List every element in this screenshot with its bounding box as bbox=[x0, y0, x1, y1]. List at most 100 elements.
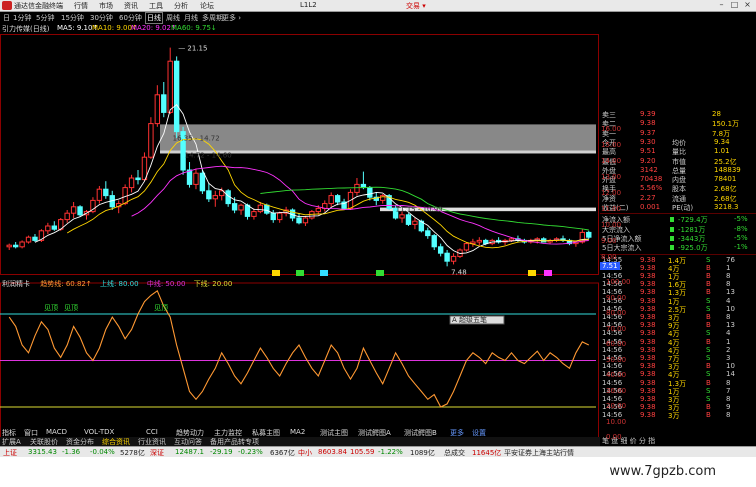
tick-cell: B bbox=[706, 321, 711, 330]
period-day[interactable]: 日 bbox=[3, 13, 10, 23]
tick-cell: 14:56 bbox=[602, 378, 623, 387]
candle-body bbox=[25, 236, 32, 243]
tick-cell: 9.38 bbox=[640, 353, 656, 362]
indicator-axis-label: 30.00 bbox=[606, 386, 627, 395]
period-15min[interactable]: 15分钟 bbox=[61, 13, 84, 23]
candle-body bbox=[231, 203, 238, 211]
tick-cell: 13 bbox=[726, 321, 735, 330]
menu-item-news[interactable]: 资讯 bbox=[124, 1, 138, 11]
tick-cell: B bbox=[706, 288, 711, 297]
indicator-axis-label: 40.00 bbox=[606, 371, 627, 379]
candle-body bbox=[238, 204, 244, 211]
quote-value: 0.001 bbox=[640, 203, 661, 211]
tick-cell: S bbox=[706, 370, 711, 379]
tick-cell: S bbox=[706, 345, 711, 354]
price-axis-label: 11.00 bbox=[601, 205, 622, 213]
quote-label: PE(动) bbox=[672, 204, 694, 212]
candle-body bbox=[19, 241, 25, 248]
tick-cell: 3万 bbox=[668, 412, 680, 421]
flow-percent: -5% bbox=[734, 215, 748, 224]
zx-value: 8603.84 bbox=[318, 448, 347, 456]
tick-cell: S bbox=[706, 329, 711, 338]
sh-change: -1.36 bbox=[62, 448, 81, 456]
flow-value: -925.0万 bbox=[678, 244, 708, 253]
maximize-icon[interactable]: □ bbox=[730, 0, 739, 11]
quote-value: 70438 bbox=[640, 175, 663, 184]
candle-body bbox=[264, 204, 270, 214]
indicator-tab[interactable]: VOL-TDX bbox=[84, 428, 114, 436]
indicator-tab[interactable]: CCI bbox=[146, 428, 158, 436]
candle-body bbox=[334, 195, 341, 203]
zx-percent: -1.22% bbox=[378, 448, 403, 456]
candle-body bbox=[64, 212, 70, 221]
quote-row: 外盘 70438 内盘 78401 bbox=[602, 175, 754, 184]
tick-cell: 8 bbox=[726, 394, 731, 403]
top-signal-label: 见顶 bbox=[64, 304, 78, 312]
ma10-line bbox=[66, 138, 589, 249]
close-icon[interactable]: × bbox=[743, 0, 752, 11]
tick-cell: B bbox=[706, 362, 711, 371]
minimize-icon[interactable]: – bbox=[717, 0, 726, 11]
quote-value: 2.27 bbox=[640, 193, 656, 202]
menu-item-tools[interactable]: 工具 bbox=[149, 1, 163, 11]
period-1min[interactable]: 1分钟 bbox=[13, 13, 31, 23]
menu-item-forum[interactable]: 论坛 bbox=[200, 1, 214, 11]
indicator-axis-label: 20.00 bbox=[606, 402, 627, 410]
indicator-tab[interactable]: MA2 bbox=[290, 428, 305, 436]
candle-body bbox=[270, 212, 276, 221]
quote-row: 卖三 9.39 28 bbox=[602, 110, 754, 119]
panel-divider bbox=[600, 253, 756, 255]
quote-value: 5.56% bbox=[640, 184, 663, 193]
candle-body bbox=[199, 172, 206, 192]
menu-item-l1l2[interactable]: L1L2 bbox=[300, 1, 317, 9]
quote-value: 148839 bbox=[714, 165, 741, 174]
quote-row: 收益(二) 0.001 PE(动) 3218.3 bbox=[602, 203, 754, 212]
menu-item-quotes[interactable]: 行情 bbox=[74, 1, 88, 11]
candle-body bbox=[70, 206, 77, 214]
tick-cell: B bbox=[706, 378, 711, 387]
candle-body bbox=[148, 123, 154, 158]
zx-change: 105.59 bbox=[350, 448, 375, 456]
tick-cell: 1 bbox=[726, 263, 731, 272]
menu-item-analysis[interactable]: 分析 bbox=[174, 1, 188, 11]
period-60min[interactable]: 60分钟 bbox=[119, 13, 142, 23]
indicator-mid: 中线: 50.00 bbox=[146, 280, 186, 288]
trade-button[interactable]: 交易 ▾ bbox=[406, 1, 426, 11]
candle-body bbox=[251, 211, 257, 217]
quote-value: 9.51 bbox=[640, 147, 656, 156]
kline-chart[interactable]: — 21.15 16.35 - 14.72 14.72 - 14.60 11.15 -… bbox=[0, 34, 600, 449]
candle-body bbox=[161, 94, 167, 113]
tick-cell: 9.38 bbox=[640, 403, 656, 412]
sz-percent: -0.23% bbox=[238, 448, 263, 456]
quote-value: 9.34 bbox=[714, 137, 730, 146]
quote-row: 最低 9.20 市值 25.2亿 bbox=[602, 157, 754, 166]
tick-cell: 9.38 bbox=[640, 378, 656, 387]
candle-body bbox=[354, 183, 360, 193]
ma60-value: MA60: 9.75↓ bbox=[171, 24, 217, 32]
tick-cell: 9.38 bbox=[640, 321, 656, 330]
menu-bar: 通达信金融终端 行情 市场 资讯 工具 分析 论坛 L1L2 交易 ▾ – □ … bbox=[0, 0, 756, 12]
period-monthly[interactable]: 月线 bbox=[184, 13, 198, 23]
period-weekly[interactable]: 周线 bbox=[166, 13, 180, 23]
tick-cell: 9.38 bbox=[640, 271, 656, 280]
quote-value: 3142 bbox=[640, 165, 658, 174]
indicator-upper: 上线: 80.00 bbox=[99, 280, 139, 288]
period-30min[interactable]: 30分钟 bbox=[90, 13, 113, 23]
period-daily-active[interactable]: 日线 bbox=[145, 12, 163, 24]
indicator-tab[interactable]: MACD bbox=[46, 428, 67, 436]
candle-body bbox=[302, 217, 309, 224]
indicator-axis-label: 0.00 bbox=[606, 433, 622, 441]
indicator-legend: 利润精卡 趋势线: 60.82↑ 上线: 80.00 中线: 50.00 下线:… bbox=[2, 279, 232, 289]
status-bar: 上证 3315.43 -1.36 -0.04% 5278亿 深证 12487.1… bbox=[0, 446, 756, 457]
quote-row: 换手 5.56% 股本 2.68亿 bbox=[602, 184, 754, 193]
indicator-axis-label: 80.00 bbox=[606, 309, 627, 317]
period-5min[interactable]: 5分钟 bbox=[36, 13, 54, 23]
candle-body bbox=[212, 195, 218, 200]
indicator-axis-label: 100.00 bbox=[606, 278, 631, 286]
tick-cell: 9.38 bbox=[640, 296, 656, 305]
period-multi[interactable]: 多周期 bbox=[202, 13, 223, 23]
tick-cell: S bbox=[706, 255, 711, 264]
period-more[interactable]: 更多 › bbox=[222, 13, 241, 23]
candle-body bbox=[257, 204, 264, 213]
menu-item-market[interactable]: 市场 bbox=[99, 1, 113, 11]
